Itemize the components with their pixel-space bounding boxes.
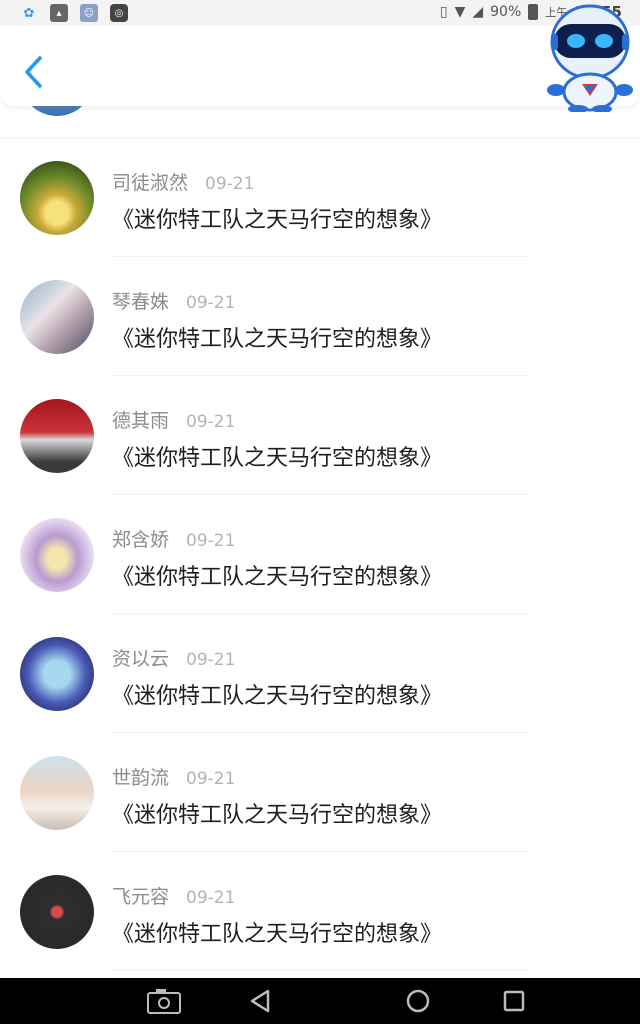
- comment-list: 司徒淑然 09-21 《迷你特工队之天马行空的想象》 琴春姝 09-21 《迷你…: [0, 138, 640, 971]
- avatar[interactable]: [20, 637, 94, 711]
- list-item[interactable]: 郑含娇 09-21 《迷你特工队之天马行空的想象》: [0, 495, 640, 614]
- home-circle-icon[interactable]: [400, 987, 436, 1015]
- post-date: 09-21: [186, 412, 236, 432]
- list-item[interactable]: 司徒淑然 09-21 《迷你特工队之天马行空的想象》: [0, 138, 640, 257]
- battery-percent: 90%: [490, 4, 522, 20]
- sync-icon: ◎: [110, 4, 128, 22]
- story-title[interactable]: 《迷你特工队之天马行空的想象》: [112, 678, 442, 710]
- vibrate-icon: ▯: [439, 4, 448, 20]
- author-name: 德其雨: [112, 410, 170, 432]
- avatar[interactable]: [20, 875, 94, 949]
- post-date: 09-21: [186, 769, 236, 789]
- list-item[interactable]: 德其雨 09-21 《迷你特工队之天马行空的想象》: [0, 376, 640, 495]
- wifi-icon: ▼: [454, 4, 466, 20]
- story-title[interactable]: 《迷你特工队之天马行空的想象》: [112, 797, 442, 829]
- system-nav-bar: [0, 978, 640, 1024]
- avatar[interactable]: [20, 161, 94, 235]
- post-date: 09-21: [186, 293, 236, 313]
- author-name: 资以云: [112, 648, 170, 670]
- recents-square-icon[interactable]: [496, 987, 532, 1015]
- author-name: 琴春姝: [112, 291, 170, 313]
- avatar[interactable]: [20, 280, 94, 354]
- author-name: 世韵流: [112, 767, 170, 789]
- list-item[interactable]: 飞元容 09-21 《迷你特工队之天马行空的想象》: [0, 852, 640, 971]
- story-title[interactable]: 《迷你特工队之天马行空的想象》: [112, 916, 442, 948]
- post-date: 09-21: [186, 531, 236, 551]
- list-item[interactable]: 琴春姝 09-21 《迷你特工队之天马行空的想象》: [0, 257, 640, 376]
- divider: [112, 970, 530, 971]
- avatar[interactable]: [20, 756, 94, 830]
- robot-mascot-icon[interactable]: [544, 0, 636, 112]
- post-date: 09-21: [186, 888, 236, 908]
- back-button[interactable]: [18, 54, 52, 90]
- battery-icon: [528, 4, 539, 20]
- post-date: 09-21: [205, 174, 255, 194]
- author-name: 飞元容: [112, 886, 170, 908]
- robot-app-icon: ☺: [80, 4, 98, 22]
- chevron-left-icon: [25, 56, 42, 88]
- back-triangle-icon[interactable]: [242, 987, 278, 1015]
- avatar[interactable]: [20, 518, 94, 592]
- post-date: 09-21: [186, 650, 236, 670]
- avatar[interactable]: [20, 399, 94, 473]
- notification-icons: ✿ ▴ ☺ ◎: [20, 4, 128, 22]
- story-title[interactable]: 《迷你特工队之天马行空的想象》: [112, 440, 442, 472]
- author-name: 郑含娇: [112, 529, 170, 551]
- list-item[interactable]: 世韵流 09-21 《迷你特工队之天马行空的想象》: [0, 733, 640, 852]
- image-icon: ▴: [50, 4, 68, 22]
- story-title[interactable]: 《迷你特工队之天马行空的想象》: [112, 321, 442, 353]
- author-name: 司徒淑然: [112, 172, 189, 194]
- list-item[interactable]: 资以云 09-21 《迷你特工队之天马行空的想象》: [0, 614, 640, 733]
- app-icon: ✿: [23, 5, 35, 21]
- signal-icon: ◢: [472, 4, 484, 20]
- screenshot-icon[interactable]: [146, 987, 182, 1015]
- story-title[interactable]: 《迷你特工队之天马行空的想象》: [112, 559, 442, 591]
- story-title[interactable]: 《迷你特工队之天马行空的想象》: [112, 202, 442, 234]
